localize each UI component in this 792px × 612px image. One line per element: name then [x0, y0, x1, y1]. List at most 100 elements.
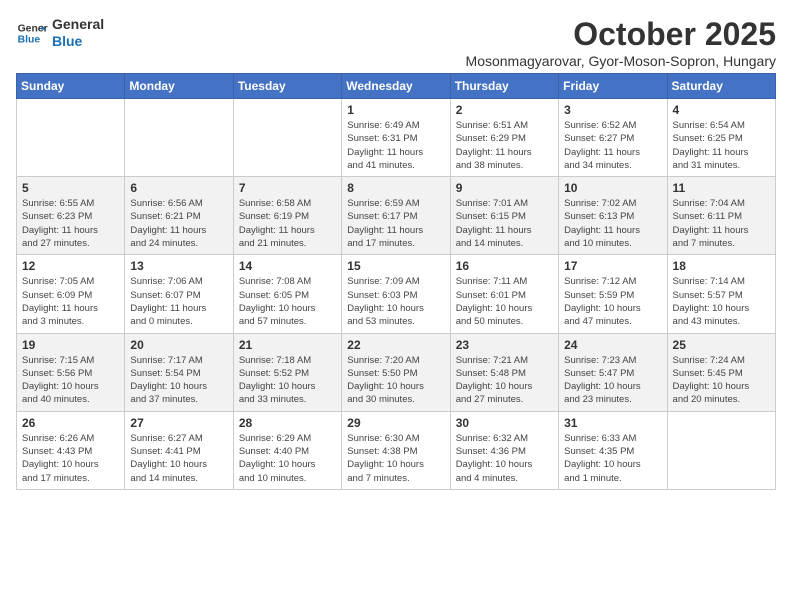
weekday-header-cell: Thursday	[450, 74, 558, 99]
calendar-day-cell: 22 Sunrise: 7:20 AM Sunset: 5:50 PM Dayli…	[342, 333, 450, 411]
day-number: 13	[130, 259, 227, 273]
day-info: Sunrise: 6:29 AM Sunset: 4:40 PM Dayligh…	[239, 432, 336, 485]
weekday-header-cell: Tuesday	[233, 74, 341, 99]
day-info: Sunrise: 6:26 AM Sunset: 4:43 PM Dayligh…	[22, 432, 119, 485]
calendar-day-cell: 5 Sunrise: 6:55 AM Sunset: 6:23 PM Daylig…	[17, 177, 125, 255]
calendar-week-row: 1Sunrise: 6:49 AM Sunset: 6:31 PM Daylig…	[17, 99, 776, 177]
calendar-day-cell: 23 Sunrise: 7:21 AM Sunset: 5:48 PM Dayli…	[450, 333, 558, 411]
day-number: 12	[22, 259, 119, 273]
day-number: 10	[564, 181, 661, 195]
calendar-day-cell: 7 Sunrise: 6:58 AM Sunset: 6:19 PM Daylig…	[233, 177, 341, 255]
day-info: Sunrise: 7:06 AM Sunset: 6:07 PM Dayligh…	[130, 275, 227, 328]
day-info: Sunrise: 7:02 AM Sunset: 6:13 PM Dayligh…	[564, 197, 661, 250]
weekday-header-cell: Friday	[559, 74, 667, 99]
day-number: 15	[347, 259, 444, 273]
calendar-day-cell: 11 Sunrise: 7:04 AM Sunset: 6:11 PM Dayli…	[667, 177, 775, 255]
calendar-day-cell	[667, 411, 775, 489]
day-info: Sunrise: 7:01 AM Sunset: 6:15 PM Dayligh…	[456, 197, 553, 250]
day-info: Sunrise: 6:56 AM Sunset: 6:21 PM Dayligh…	[130, 197, 227, 250]
calendar-day-cell: 29Sunrise: 6:30 AM Sunset: 4:38 PM Dayli…	[342, 411, 450, 489]
day-info: Sunrise: 7:04 AM Sunset: 6:11 PM Dayligh…	[673, 197, 770, 250]
day-number: 28	[239, 416, 336, 430]
calendar-day-cell: 4 Sunrise: 6:54 AM Sunset: 6:25 PM Daylig…	[667, 99, 775, 177]
calendar-day-cell: 21 Sunrise: 7:18 AM Sunset: 5:52 PM Dayli…	[233, 333, 341, 411]
logo-text: General Blue	[52, 16, 104, 50]
calendar-day-cell: 2Sunrise: 6:51 AM Sunset: 6:29 PM Daylig…	[450, 99, 558, 177]
day-number: 11	[673, 181, 770, 195]
month-title: October 2025	[466, 16, 776, 53]
day-info: Sunrise: 7:17 AM Sunset: 5:54 PM Dayligh…	[130, 354, 227, 407]
calendar-day-cell	[233, 99, 341, 177]
logo-icon: General Blue	[16, 17, 48, 49]
day-info: Sunrise: 7:24 AM Sunset: 5:45 PM Dayligh…	[673, 354, 770, 407]
calendar-day-cell: 3Sunrise: 6:52 AM Sunset: 6:27 PM Daylig…	[559, 99, 667, 177]
weekday-header-cell: Saturday	[667, 74, 775, 99]
day-number: 20	[130, 338, 227, 352]
svg-text:Blue: Blue	[18, 34, 41, 45]
day-number: 7	[239, 181, 336, 195]
calendar-body: 1Sunrise: 6:49 AM Sunset: 6:31 PM Daylig…	[17, 99, 776, 490]
day-info: Sunrise: 6:58 AM Sunset: 6:19 PM Dayligh…	[239, 197, 336, 250]
calendar-week-row: 19Sunrise: 7:15 AM Sunset: 5:56 PM Dayli…	[17, 333, 776, 411]
day-info: Sunrise: 6:52 AM Sunset: 6:27 PM Dayligh…	[564, 119, 661, 172]
calendar-day-cell	[17, 99, 125, 177]
day-number: 31	[564, 416, 661, 430]
calendar-day-cell: 9 Sunrise: 7:01 AM Sunset: 6:15 PM Daylig…	[450, 177, 558, 255]
day-info: Sunrise: 7:11 AM Sunset: 6:01 PM Dayligh…	[456, 275, 553, 328]
calendar-table: SundayMondayTuesdayWednesdayThursdayFrid…	[16, 73, 776, 490]
calendar-day-cell	[125, 99, 233, 177]
day-number: 5	[22, 181, 119, 195]
calendar-day-cell: 10 Sunrise: 7:02 AM Sunset: 6:13 PM Dayli…	[559, 177, 667, 255]
calendar-day-cell: 28 Sunrise: 6:29 AM Sunset: 4:40 PM Dayli…	[233, 411, 341, 489]
day-info: Sunrise: 6:54 AM Sunset: 6:25 PM Dayligh…	[673, 119, 770, 172]
calendar-day-cell: 19Sunrise: 7:15 AM Sunset: 5:56 PM Dayli…	[17, 333, 125, 411]
calendar-week-row: 5 Sunrise: 6:55 AM Sunset: 6:23 PM Daylig…	[17, 177, 776, 255]
day-number: 22	[347, 338, 444, 352]
day-info: Sunrise: 6:49 AM Sunset: 6:31 PM Dayligh…	[347, 119, 444, 172]
day-number: 17	[564, 259, 661, 273]
day-info: Sunrise: 7:08 AM Sunset: 6:05 PM Dayligh…	[239, 275, 336, 328]
day-info: Sunrise: 7:20 AM Sunset: 5:50 PM Dayligh…	[347, 354, 444, 407]
day-info: Sunrise: 7:12 AM Sunset: 5:59 PM Dayligh…	[564, 275, 661, 328]
day-info: Sunrise: 7:09 AM Sunset: 6:03 PM Dayligh…	[347, 275, 444, 328]
weekday-header-cell: Wednesday	[342, 74, 450, 99]
day-number: 30	[456, 416, 553, 430]
day-number: 16	[456, 259, 553, 273]
calendar-day-cell: 12 Sunrise: 7:05 AM Sunset: 6:09 PM Dayli…	[17, 255, 125, 333]
calendar-week-row: 12 Sunrise: 7:05 AM Sunset: 6:09 PM Dayli…	[17, 255, 776, 333]
day-info: Sunrise: 7:23 AM Sunset: 5:47 PM Dayligh…	[564, 354, 661, 407]
day-info: Sunrise: 7:05 AM Sunset: 6:09 PM Dayligh…	[22, 275, 119, 328]
day-number: 4	[673, 103, 770, 117]
calendar-day-cell: 16 Sunrise: 7:11 AM Sunset: 6:01 PM Dayli…	[450, 255, 558, 333]
calendar-day-cell: 6Sunrise: 6:56 AM Sunset: 6:21 PM Daylig…	[125, 177, 233, 255]
page-header: General Blue General Blue October 2025 M…	[16, 16, 776, 69]
day-number: 14	[239, 259, 336, 273]
day-info: Sunrise: 6:59 AM Sunset: 6:17 PM Dayligh…	[347, 197, 444, 250]
day-info: Sunrise: 6:27 AM Sunset: 4:41 PM Dayligh…	[130, 432, 227, 485]
calendar-week-row: 26 Sunrise: 6:26 AM Sunset: 4:43 PM Dayli…	[17, 411, 776, 489]
calendar-day-cell: 24 Sunrise: 7:23 AM Sunset: 5:47 PM Dayli…	[559, 333, 667, 411]
day-info: Sunrise: 6:55 AM Sunset: 6:23 PM Dayligh…	[22, 197, 119, 250]
weekday-header-cell: Monday	[125, 74, 233, 99]
day-number: 21	[239, 338, 336, 352]
day-number: 23	[456, 338, 553, 352]
day-info: Sunrise: 6:51 AM Sunset: 6:29 PM Dayligh…	[456, 119, 553, 172]
calendar-day-cell: 14 Sunrise: 7:08 AM Sunset: 6:05 PM Dayli…	[233, 255, 341, 333]
calendar-day-cell: 31 Sunrise: 6:33 AM Sunset: 4:35 PM Dayli…	[559, 411, 667, 489]
day-info: Sunrise: 7:15 AM Sunset: 5:56 PM Dayligh…	[22, 354, 119, 407]
day-info: Sunrise: 7:14 AM Sunset: 5:57 PM Dayligh…	[673, 275, 770, 328]
day-info: Sunrise: 7:18 AM Sunset: 5:52 PM Dayligh…	[239, 354, 336, 407]
title-block: October 2025 Mosonmagyarovar, Gyor-Moson…	[466, 16, 776, 69]
day-number: 18	[673, 259, 770, 273]
calendar-day-cell: 25Sunrise: 7:24 AM Sunset: 5:45 PM Dayli…	[667, 333, 775, 411]
day-number: 29	[347, 416, 444, 430]
calendar-day-cell: 13 Sunrise: 7:06 AM Sunset: 6:07 PM Dayli…	[125, 255, 233, 333]
day-number: 24	[564, 338, 661, 352]
day-info: Sunrise: 6:33 AM Sunset: 4:35 PM Dayligh…	[564, 432, 661, 485]
day-number: 26	[22, 416, 119, 430]
day-number: 9	[456, 181, 553, 195]
day-info: Sunrise: 7:21 AM Sunset: 5:48 PM Dayligh…	[456, 354, 553, 407]
calendar-day-cell: 8Sunrise: 6:59 AM Sunset: 6:17 PM Daylig…	[342, 177, 450, 255]
calendar-day-cell: 26 Sunrise: 6:26 AM Sunset: 4:43 PM Dayli…	[17, 411, 125, 489]
day-number: 27	[130, 416, 227, 430]
